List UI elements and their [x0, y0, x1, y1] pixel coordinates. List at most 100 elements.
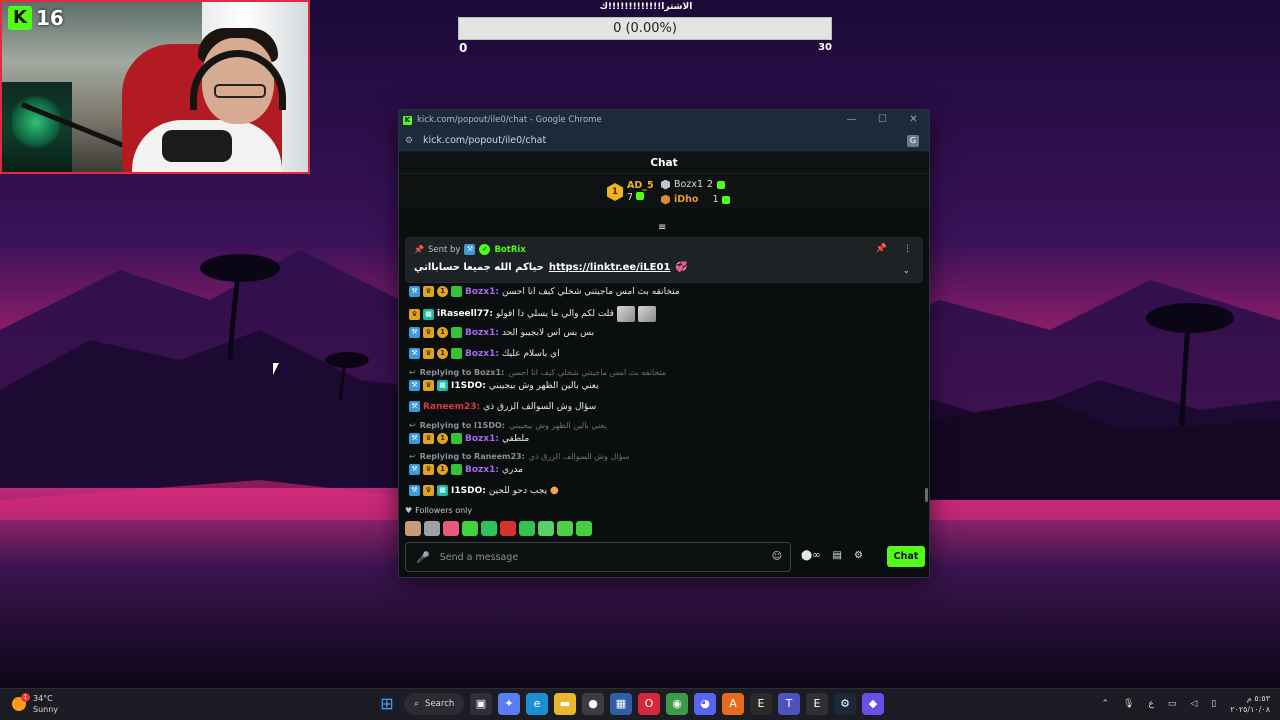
- emote-button[interactable]: [424, 521, 440, 536]
- teams-icon[interactable]: T: [778, 693, 800, 715]
- leaderboard-second[interactable]: Bozx1 2: [661, 179, 726, 190]
- message-input[interactable]: [439, 551, 760, 563]
- emote-button[interactable]: [519, 521, 535, 536]
- epic-launcher-icon[interactable]: E: [806, 693, 828, 715]
- emote-button[interactable]: [405, 521, 421, 536]
- chat-message[interactable]: ⚒ Raneem23: سؤال وش السوالف الزرق ذي: [409, 401, 596, 412]
- moderator-badge-icon: ⚒: [409, 380, 420, 391]
- leaderboard-first-count: 7: [627, 192, 634, 203]
- quick-emote-bar[interactable]: [405, 521, 592, 536]
- message-username[interactable]: Bozx1:: [465, 465, 499, 475]
- obs-icon[interactable]: ●: [582, 693, 604, 715]
- emote-button[interactable]: [500, 521, 516, 536]
- weather-widget[interactable]: 34°C Sunny: [12, 693, 58, 715]
- leaderboard-first[interactable]: 1 AD_5 7: [607, 180, 654, 204]
- chevron-down-icon[interactable]: ⌄: [902, 266, 910, 276]
- steam-icon[interactable]: ⚙: [834, 693, 856, 715]
- emote-button[interactable]: [443, 521, 459, 536]
- emote-button[interactable]: [462, 521, 478, 536]
- emote-button[interactable]: [538, 521, 554, 536]
- kicks-icon[interactable]: ⬤∞: [801, 550, 821, 561]
- unpin-icon[interactable]: 📌: [876, 244, 887, 254]
- send-chat-button[interactable]: Chat: [887, 546, 925, 567]
- chat-message[interactable]: ⚒ ♛ ▦ I1SDO: يجب دحو للحين ●: [409, 485, 559, 496]
- vip-crown-icon: ♛: [423, 380, 434, 391]
- chat-message[interactable]: ⚒ ♛ ▦ I1SDO: يعني بالين الظهر وش بيجيبني: [409, 380, 599, 391]
- windows-start-icon[interactable]: ⊞: [376, 693, 398, 715]
- message-username[interactable]: I1SDO:: [451, 381, 486, 391]
- reply-context[interactable]: ↩ Replying to I1SDO: يعني بالين الظهر وش…: [409, 421, 607, 430]
- mic-tray-icon[interactable]: 🎙: [1123, 699, 1134, 709]
- heart-icon: ♥: [405, 506, 413, 515]
- message-username[interactable]: Raneem23:: [423, 402, 480, 412]
- hearts-emote-icon: 💞: [675, 262, 688, 273]
- pinned-message: 📌 Sent by ⚒ ✓ BotRix حياكم الله جميعا حس…: [405, 237, 923, 283]
- pin-icon: 📌: [414, 245, 424, 254]
- leaderboard-second-name: Bozx1: [674, 179, 703, 190]
- chat-message[interactable]: ♛ ▦ iRaseell77: قلت لكم والي ما يسلي ذا …: [409, 306, 656, 322]
- discord-icon[interactable]: ◕: [694, 693, 716, 715]
- chat-message-list[interactable]: ⚒ ♛ 1 Bozx1: متخانقه بث امس ماجيتني شخلي…: [399, 282, 929, 504]
- pinned-link[interactable]: https://linktr.ee/iLE01: [549, 262, 671, 273]
- message-input-box[interactable]: 🎤 ☺: [405, 542, 791, 572]
- app-diamond-icon[interactable]: ◆: [862, 693, 884, 715]
- reply-context[interactable]: ↩ Replying to Raneem23: سؤال وش السوالف …: [409, 452, 629, 461]
- close-button[interactable]: ✕: [898, 110, 929, 130]
- copilot-icon[interactable]: ✦: [498, 693, 520, 715]
- store-icon[interactable]: ▤: [833, 550, 842, 561]
- message-username[interactable]: Bozx1:: [465, 287, 499, 297]
- message-username[interactable]: Bozx1:: [465, 434, 499, 444]
- reply-context[interactable]: ↩ Replying to Bozx1: متخانقه بث امس ماجي…: [409, 368, 666, 377]
- emote-button[interactable]: [557, 521, 573, 536]
- chrome-icon[interactable]: ◉: [666, 693, 688, 715]
- store-app-icon[interactable]: ▦: [610, 693, 632, 715]
- task-view-icon[interactable]: ▣: [470, 693, 492, 715]
- chat-message[interactable]: ⚒ ♛ 1 Bozx1: مدري: [409, 464, 523, 475]
- unreal-app-icon[interactable]: A: [722, 693, 744, 715]
- battery-icon[interactable]: ▯: [1211, 699, 1216, 709]
- viewer-count: 16: [36, 6, 64, 30]
- emoji-picker-icon[interactable]: ☺: [772, 551, 782, 562]
- emote-button[interactable]: [481, 521, 497, 536]
- pinned-sender[interactable]: BotRix: [494, 245, 525, 255]
- more-options-icon[interactable]: ⋮: [903, 244, 912, 254]
- chat-message[interactable]: ⚒ ♛ 1 Bozx1: متخانقه بث امس ماجيتني شخلي…: [409, 286, 680, 297]
- volume-icon[interactable]: ◁: [1190, 699, 1197, 709]
- leaderboard-first-name: AD_5: [627, 180, 654, 191]
- message-username[interactable]: Bozx1:: [465, 349, 499, 359]
- collapse-leaderboard-icon[interactable]: ≡: [658, 222, 666, 233]
- emote-button[interactable]: [576, 521, 592, 536]
- system-clock[interactable]: ٥:٥٣ م ٢٠٢٥/١٠/٠٨: [1230, 693, 1270, 715]
- edge-icon[interactable]: e: [526, 693, 548, 715]
- chevron-up-icon[interactable]: ⌃: [1101, 699, 1109, 709]
- chat-message[interactable]: ⚒ ♛ 1 Bozx1: اي باسلام عليك: [409, 348, 560, 359]
- message-username[interactable]: I1SDO:: [451, 486, 486, 496]
- moderator-badge-icon: ⚒: [409, 348, 420, 359]
- message-text: بس بس اس لابجيبو الحد: [501, 327, 595, 338]
- opera-icon[interactable]: O: [638, 693, 660, 715]
- chat-message[interactable]: ⚒ ♛ 1 Bozx1: ملطفي: [409, 433, 529, 444]
- og-badge-icon: ▦: [437, 380, 448, 391]
- message-text: ملطفي: [501, 433, 530, 444]
- address-bar[interactable]: ⚙ kick.com/popout/ile0/chat G: [399, 130, 929, 152]
- bronze-medal-icon: [661, 194, 670, 205]
- microphone-icon[interactable]: 🎤: [416, 551, 430, 564]
- taskbar-search[interactable]: ⌕ Search: [404, 693, 464, 715]
- chat-message[interactable]: ⚒ ♛ 1 Bozx1: بس بس اس لابجيبو الحد: [409, 327, 594, 338]
- leaderboard-third[interactable]: iDho 1: [661, 194, 731, 205]
- chat-settings-icon[interactable]: ⚙: [854, 550, 863, 561]
- message-username[interactable]: iRaseell77:: [437, 309, 493, 319]
- file-explorer-icon[interactable]: ▬: [554, 693, 576, 715]
- url-text[interactable]: kick.com/popout/ile0/chat: [423, 135, 546, 146]
- window-titlebar[interactable]: K kick.com/popout/ile0/chat - Google Chr…: [399, 110, 929, 130]
- message-username[interactable]: Bozx1:: [465, 328, 499, 338]
- gifter-badge-icon: 1: [437, 464, 448, 475]
- chat-scrollbar[interactable]: [925, 488, 928, 502]
- maximize-button[interactable]: ☐: [867, 110, 898, 130]
- network-icon[interactable]: ▭: [1168, 699, 1177, 709]
- epic-games-icon[interactable]: E: [750, 693, 772, 715]
- language-indicator[interactable]: ع: [1148, 699, 1153, 709]
- translate-icon[interactable]: G: [907, 135, 919, 147]
- site-settings-icon[interactable]: ⚙: [405, 136, 415, 146]
- minimize-button[interactable]: —: [836, 110, 867, 130]
